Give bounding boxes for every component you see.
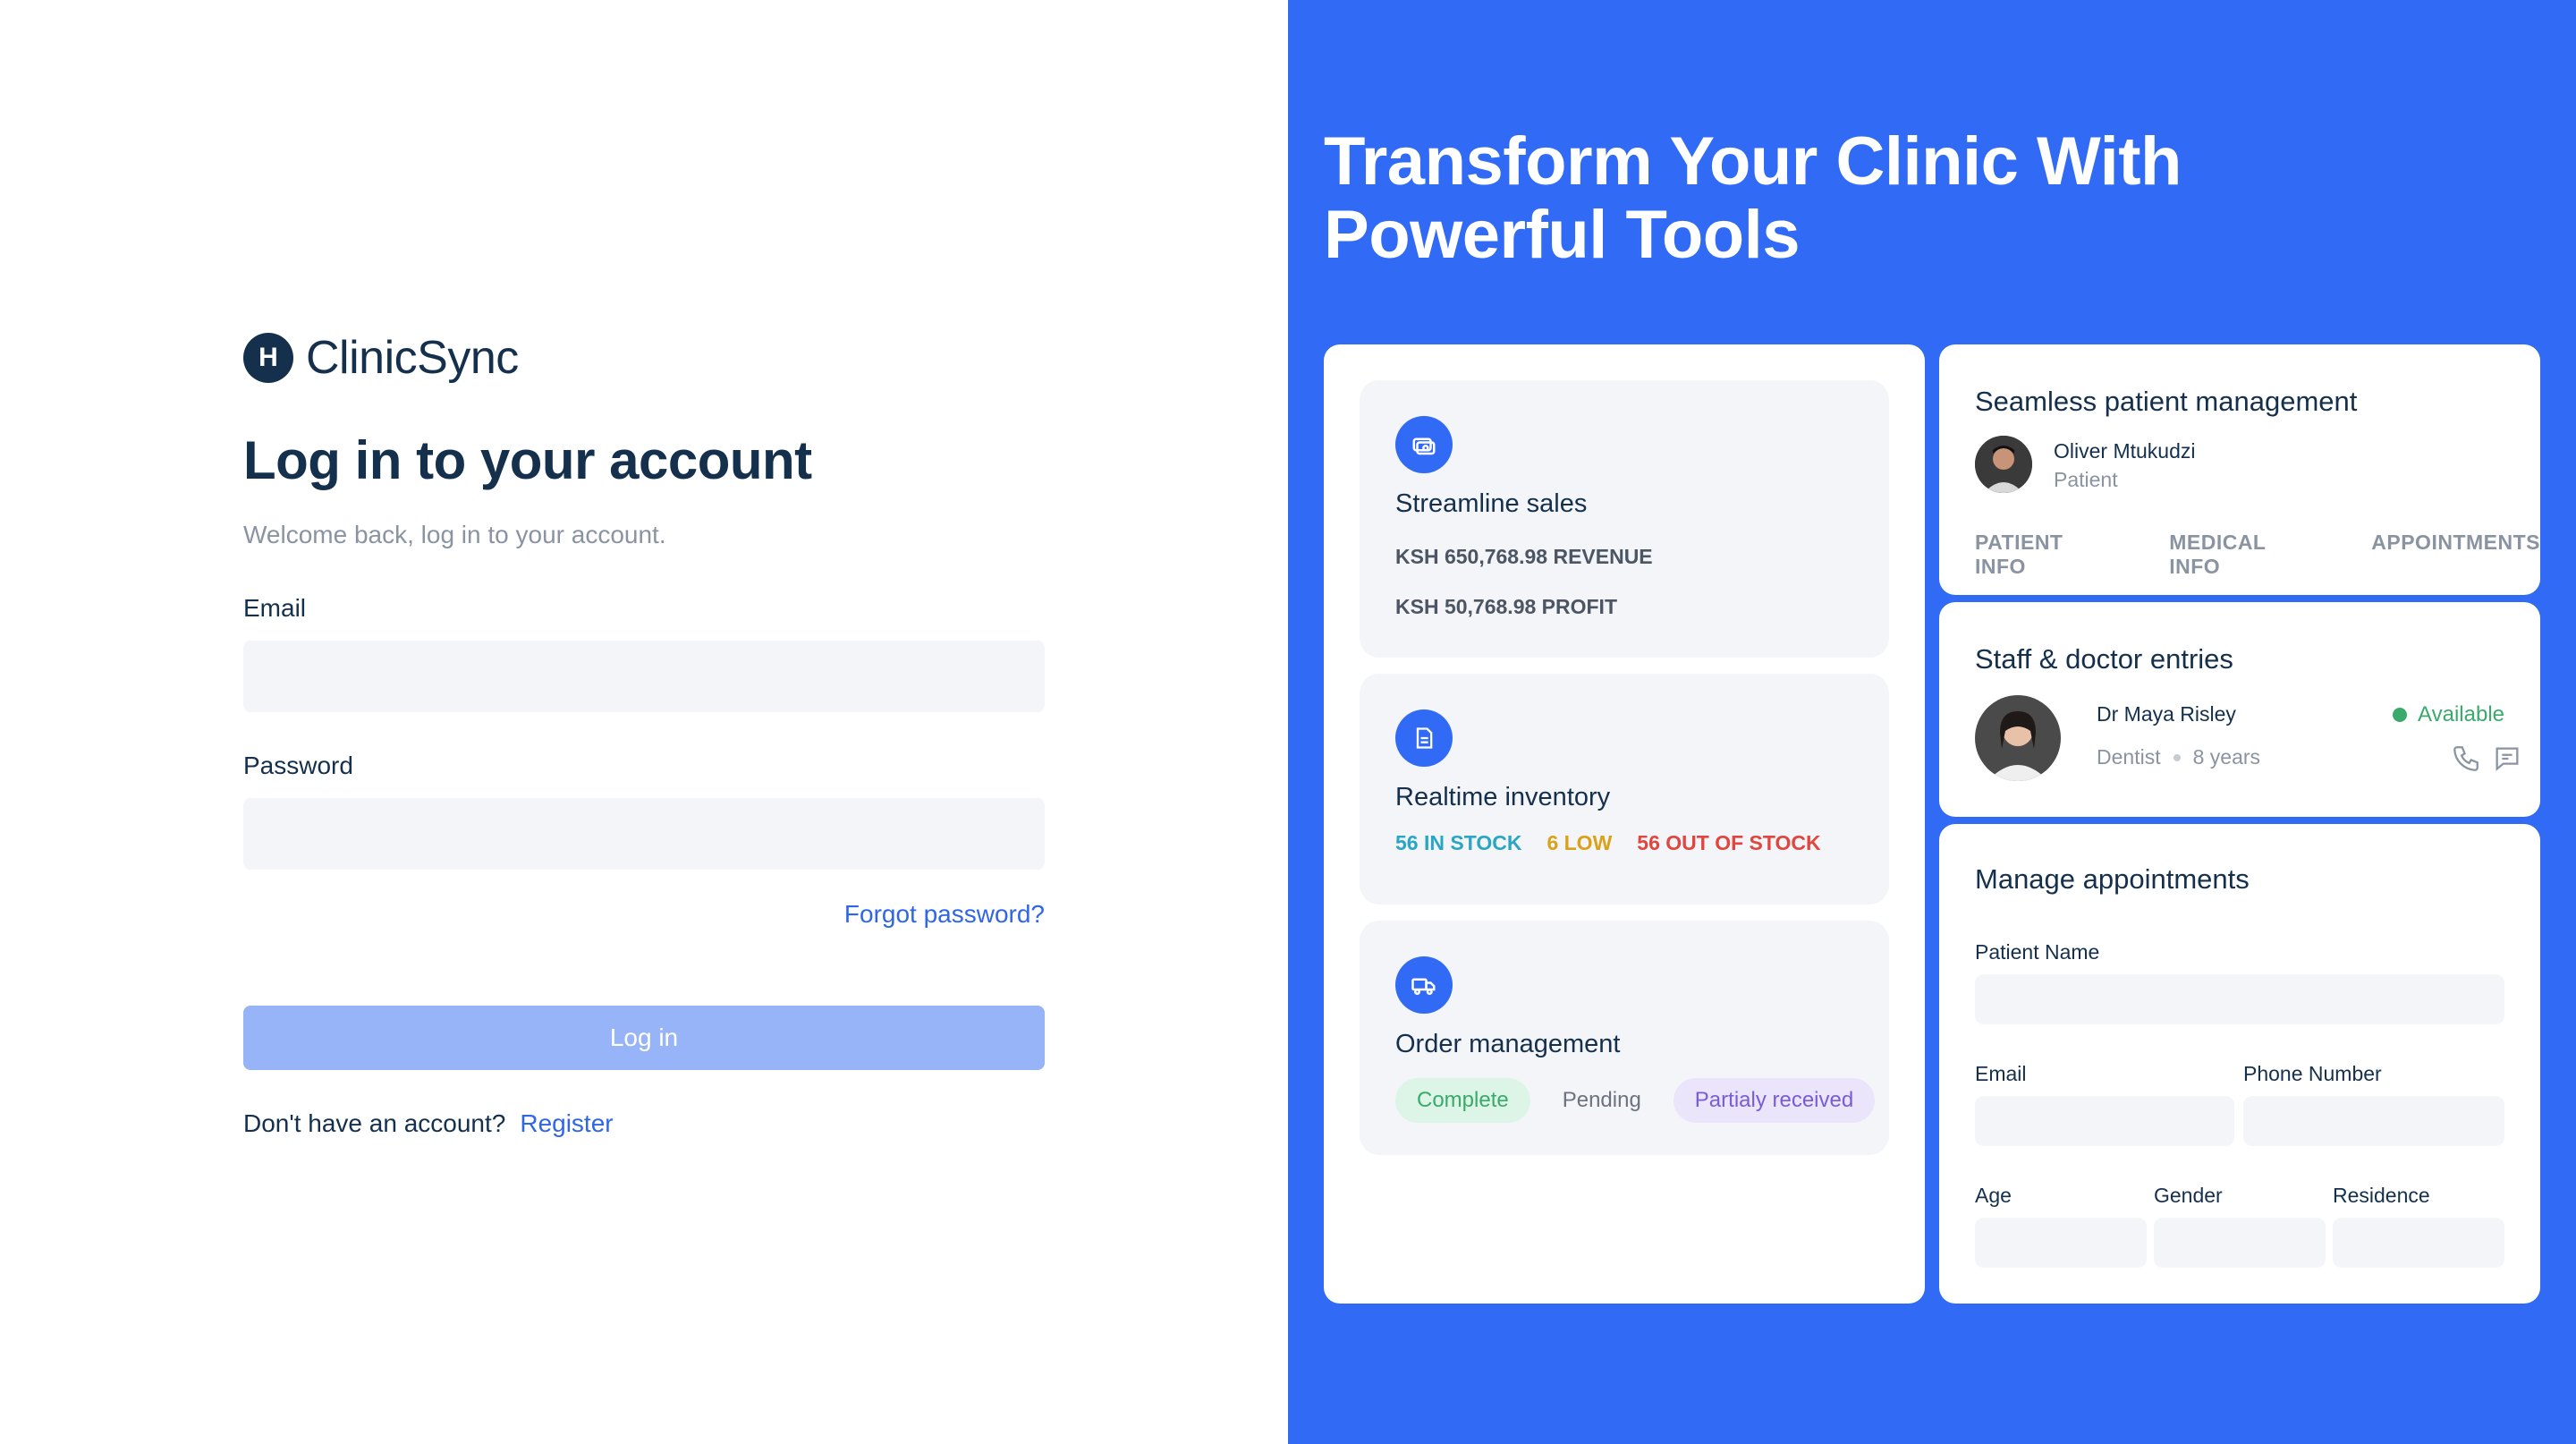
patient-avatar bbox=[1975, 436, 2032, 493]
password-input[interactable] bbox=[243, 798, 1045, 870]
order-status-chips: Complete Pending Partialy received bbox=[1395, 1078, 1876, 1123]
status-pending-chip: Pending bbox=[1540, 1078, 1663, 1123]
hero-heading: Transform Your Clinic With Powerful Tool… bbox=[1324, 125, 2218, 272]
register-link[interactable]: Register bbox=[520, 1109, 613, 1138]
patient-name: Oliver Mtukudzi bbox=[2054, 439, 2196, 463]
login-button[interactable]: Log in bbox=[243, 1006, 1045, 1070]
page-title: Log in to your account bbox=[243, 430, 812, 490]
appointments-card-title: Manage appointments bbox=[1975, 863, 2250, 895]
brand-name: ClinicSync bbox=[306, 332, 519, 384]
residence-label: Residence bbox=[2333, 1184, 2430, 1207]
inventory-tags: 56 IN STOCK 6 LOW 56 OUT OF STOCK bbox=[1395, 831, 1821, 855]
residence-field[interactable] bbox=[2333, 1218, 2504, 1268]
doctor-avatar bbox=[1975, 695, 2061, 781]
forgot-password-link[interactable]: Forgot password? bbox=[0, 900, 1045, 929]
status-partial-chip: Partialy received bbox=[1673, 1078, 1876, 1123]
email-input[interactable] bbox=[243, 641, 1045, 712]
phone-number-field[interactable] bbox=[2243, 1096, 2504, 1146]
feature-sales-title: Streamline sales bbox=[1395, 489, 1588, 518]
doctor-name: Dr Maya Risley bbox=[2097, 702, 2236, 726]
phone-icon[interactable] bbox=[2451, 743, 2481, 778]
feature-inventory: Realtime inventory 56 IN STOCK 6 LOW 56 … bbox=[1360, 674, 1889, 905]
patient-role: Patient bbox=[2054, 468, 2118, 491]
feature-inventory-title: Realtime inventory bbox=[1395, 783, 1611, 811]
patient-management-card: Seamless patient management Oliver Mtuku… bbox=[1939, 344, 2540, 595]
hero-line-2: Powerful Tools bbox=[1324, 197, 1801, 273]
login-panel: H ClinicSync Log in to your account Welc… bbox=[0, 0, 1288, 1444]
status-complete-chip: Complete bbox=[1395, 1078, 1530, 1123]
patient-card-title: Seamless patient management bbox=[1975, 386, 2358, 417]
no-account-text: Don't have an account? bbox=[243, 1109, 506, 1137]
staff-card: Staff & doctor entries Dr Maya Risley De… bbox=[1939, 602, 2540, 817]
hero-line-1: Transform Your Clinic With bbox=[1324, 123, 2182, 200]
register-row: Don't have an account? Register bbox=[243, 1109, 614, 1138]
gender-label: Gender bbox=[2154, 1184, 2223, 1207]
staff-card-title: Staff & doctor entries bbox=[1975, 643, 2233, 675]
tab-appointments[interactable]: APPOINTMENTS bbox=[2371, 531, 2540, 579]
availability-label: Available bbox=[2418, 702, 2504, 726]
feature-sales: Streamline sales KSH 650,768.98 REVENUE … bbox=[1360, 380, 1889, 658]
truck-icon bbox=[1395, 956, 1453, 1014]
separator-dot bbox=[2173, 753, 2181, 761]
marketing-panel: Transform Your Clinic With Powerful Tool… bbox=[1288, 0, 2576, 1444]
email-label: Email bbox=[243, 594, 307, 622]
out-of-stock-tag: 56 OUT OF STOCK bbox=[1637, 831, 1821, 854]
appointments-card: Manage appointments Patient Name Email P… bbox=[1939, 824, 2540, 1304]
brand-logo-icon: H bbox=[243, 333, 293, 383]
phone-number-label: Phone Number bbox=[2243, 1062, 2382, 1085]
doctor-specialty: Dentist bbox=[2097, 745, 2161, 769]
low-stock-tag: 6 LOW bbox=[1546, 831, 1613, 854]
appt-email-field[interactable] bbox=[1975, 1096, 2234, 1146]
features-card: Streamline sales KSH 650,768.98 REVENUE … bbox=[1324, 344, 1925, 1304]
tab-medical-info[interactable]: MEDICAL INFO bbox=[2169, 531, 2314, 579]
availability-status: Available bbox=[2393, 702, 2504, 727]
feature-orders: Order management Complete Pending Partia… bbox=[1360, 921, 1889, 1155]
feature-orders-title: Order management bbox=[1395, 1030, 1621, 1058]
message-icon[interactable] bbox=[2492, 743, 2522, 778]
doctor-details: Dentist 8 years bbox=[2097, 745, 2260, 769]
tab-patient-info[interactable]: PATIENT INFO bbox=[1975, 531, 2112, 579]
age-field[interactable] bbox=[1975, 1218, 2147, 1268]
password-label: Password bbox=[243, 752, 353, 779]
patient-tabs: PATIENT INFO MEDICAL INFO APPOINTMENTS bbox=[1975, 531, 2540, 579]
brand: H ClinicSync bbox=[243, 331, 519, 385]
in-stock-tag: 56 IN STOCK bbox=[1395, 831, 1522, 854]
patient-name-field[interactable] bbox=[1975, 974, 2504, 1024]
page-subtitle: Welcome back, log in to your account. bbox=[243, 521, 666, 548]
gender-field[interactable] bbox=[2154, 1218, 2326, 1268]
document-icon bbox=[1395, 709, 1453, 767]
sales-revenue: KSH 650,768.98 REVENUE bbox=[1395, 545, 1653, 568]
status-dot-icon bbox=[2393, 708, 2408, 722]
sales-profit: KSH 50,768.98 PROFIT bbox=[1395, 595, 1617, 618]
age-label: Age bbox=[1975, 1184, 2012, 1207]
patient-name-label: Patient Name bbox=[1975, 940, 2100, 964]
money-icon bbox=[1395, 416, 1453, 473]
doctor-experience: 8 years bbox=[2192, 745, 2261, 769]
appt-email-label: Email bbox=[1975, 1062, 2027, 1085]
